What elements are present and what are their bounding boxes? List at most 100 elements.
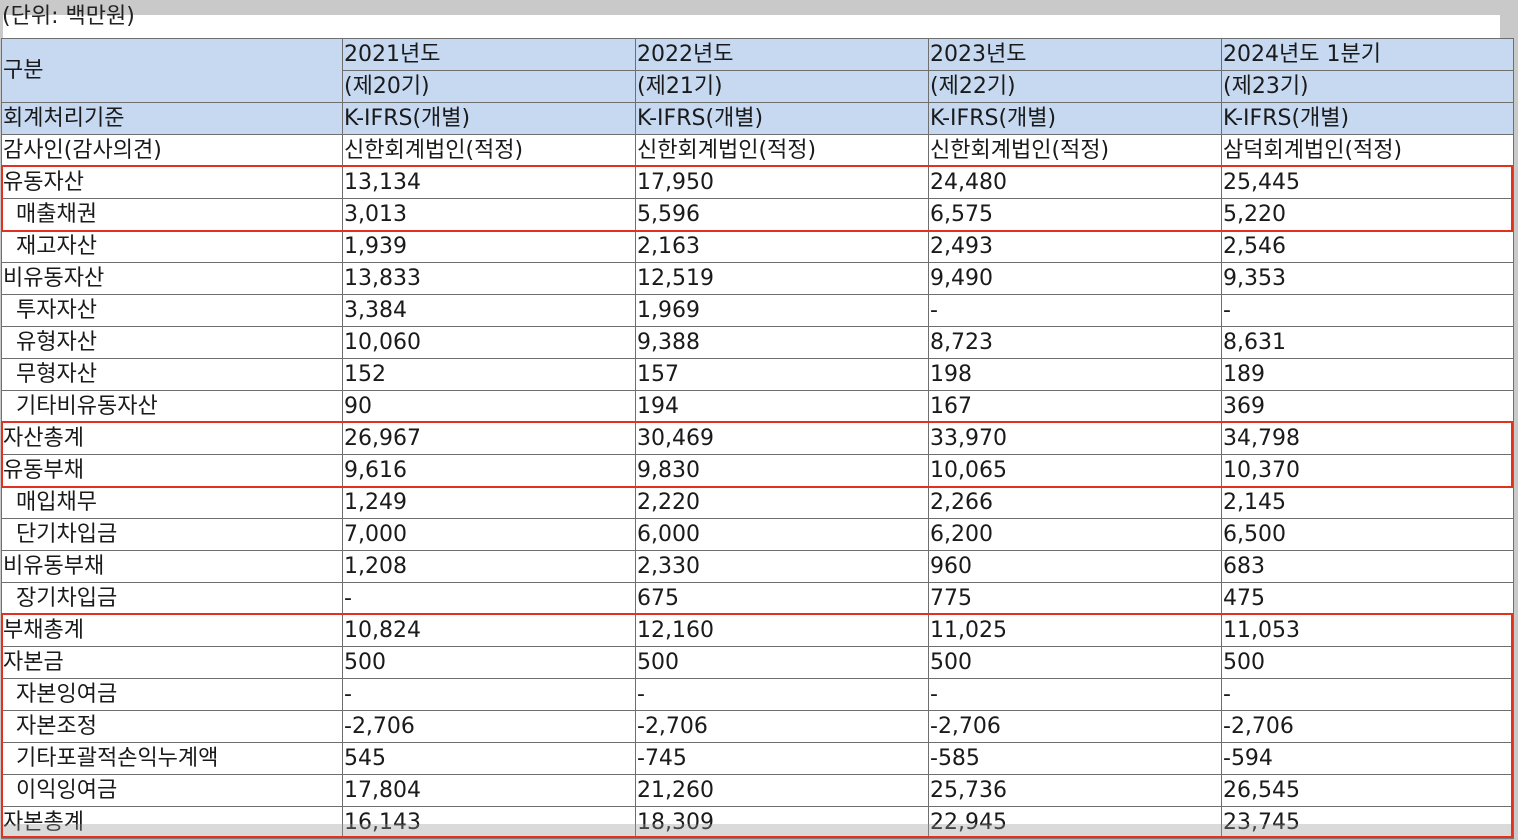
row-value: 2,330: [635, 550, 929, 583]
table-row: 재고자산 1,939 2,163 2,493 2,546: [1, 230, 1514, 263]
bottom-shade: [1, 824, 1513, 840]
row-label: 기타비유동자산: [1, 390, 343, 423]
row-value: -585: [928, 742, 1222, 775]
row-value: 10,824: [342, 614, 636, 647]
row-label: 부채총계: [1, 614, 343, 647]
row-value: -: [928, 678, 1222, 711]
row-value: 1,969: [635, 294, 929, 327]
row-value: 775: [928, 582, 1222, 615]
row-value: 2,546: [1221, 230, 1514, 263]
row-value: 369: [1221, 390, 1514, 423]
row-value: -2,706: [635, 710, 929, 743]
row-value: 25,445: [1221, 166, 1514, 199]
row-value: 21,260: [635, 774, 929, 807]
table-row: 자본잉여금 - - - -: [1, 678, 1514, 711]
row-value: -2,706: [928, 710, 1222, 743]
auditor-row: 감사인(감사의견) 신한회계법인(적정) 신한회계법인(적정) 신한회계법인(적…: [1, 134, 1514, 167]
row-value: 1,939: [342, 230, 636, 263]
row-value: 12,519: [635, 262, 929, 295]
table-row: 자본금 500 500 500 500: [1, 646, 1514, 679]
row-value: -745: [635, 742, 929, 775]
row-value: 5,596: [635, 198, 929, 231]
row-label: 기타포괄적손익누계액: [1, 742, 343, 775]
row-label: 무형자산: [1, 358, 343, 391]
row-value: 167: [928, 390, 1222, 423]
row-value: 33,970: [928, 422, 1222, 455]
table-row: 장기차입금 -675 775 475: [1, 582, 1514, 615]
table-row: 유형자산 10,060 9,388 8,723 8,631: [1, 326, 1514, 359]
row-value: 6,575: [928, 198, 1222, 231]
row-value: 194: [635, 390, 929, 423]
row-value: 17,804: [342, 774, 636, 807]
year-header-cell: 2024년도 1분기: [1221, 38, 1514, 71]
row-value: 2,145: [1221, 486, 1514, 519]
row-value: 9,830: [635, 454, 929, 487]
row-label: 이익잉여금: [1, 774, 343, 807]
row-label: 재고자산: [1, 230, 343, 263]
row-value: 500: [928, 646, 1222, 679]
row-value: 675: [635, 582, 929, 615]
row-value: 9,353: [1221, 262, 1514, 295]
row-value: 25,736: [928, 774, 1222, 807]
row-value: 30,469: [635, 422, 929, 455]
year-header-cell: 2023년도: [928, 38, 1222, 71]
row-label: 매출채권: [1, 198, 343, 231]
row-label: 유동부채: [1, 454, 343, 487]
row-value: 9,490: [928, 262, 1222, 295]
row-value: 신한회계법인(적정): [928, 134, 1222, 167]
row-value: 2,493: [928, 230, 1222, 263]
row-value: 11,053: [1221, 614, 1514, 647]
table-row: 매출채권 3,013 5,596 6,575 5,220: [1, 198, 1514, 231]
row-label: 투자자산: [1, 294, 343, 327]
row-value: 683: [1221, 550, 1514, 583]
term-header-cell: (제21기): [635, 70, 929, 103]
row-value: 1,208: [342, 550, 636, 583]
row-value: 7,000: [342, 518, 636, 551]
row-value: 2,220: [635, 486, 929, 519]
row-value: 12,160: [635, 614, 929, 647]
table-row: 투자자산 3,384 1,969- -: [1, 294, 1514, 327]
financial-statement-table: 구분 2021년도 2022년도 2023년도 2024년도 1분기 (제20기…: [1, 38, 1514, 839]
row-value: K-IFRS(개별): [1221, 102, 1514, 135]
row-value: 9,388: [635, 326, 929, 359]
row-value: -: [928, 294, 1222, 327]
row-value: 11,025: [928, 614, 1222, 647]
row-value: -: [342, 582, 636, 615]
row-value: 500: [342, 646, 636, 679]
year-header-cell: 2022년도: [635, 38, 929, 71]
table-row: 기타포괄적손익누계액 545 -745 -585 -594: [1, 742, 1514, 775]
table-row: 단기차입금 7,000 6,000 6,200 6,500: [1, 518, 1514, 551]
row-label: 자본잉여금: [1, 678, 343, 711]
table-row: 기타비유동자산 90 194 167 369: [1, 390, 1514, 423]
row-label: 감사인(감사의견): [1, 134, 343, 167]
row-value: -2,706: [342, 710, 636, 743]
row-value: 6,200: [928, 518, 1222, 551]
row-value: -: [1221, 294, 1514, 327]
row-label: 자산총계: [1, 422, 343, 455]
table-row: 비유동자산 13,833 12,519 9,490 9,353: [1, 262, 1514, 295]
header-row-years: 구분 2021년도 2022년도 2023년도 2024년도 1분기: [1, 38, 1514, 103]
row-value: 24,480: [928, 166, 1222, 199]
row-value: K-IFRS(개별): [928, 102, 1222, 135]
row-value: 2,163: [635, 230, 929, 263]
row-label: 비유동부채: [1, 550, 343, 583]
row-value: 198: [928, 358, 1222, 391]
row-label: 비유동자산: [1, 262, 343, 295]
row-value: -: [635, 678, 929, 711]
row-value: -2,706: [1221, 710, 1514, 743]
row-value: -: [1221, 678, 1514, 711]
row-value: 6,000: [635, 518, 929, 551]
row-value: 189: [1221, 358, 1514, 391]
table-row: 이익잉여금 17,804 21,260 25,736 26,545: [1, 774, 1514, 807]
row-value: 삼덕회계법인(적정): [1221, 134, 1514, 167]
row-value: 26,545: [1221, 774, 1514, 807]
term-header-cell: (제23기): [1221, 70, 1514, 103]
row-label: 자본조정: [1, 710, 343, 743]
row-value: 10,065: [928, 454, 1222, 487]
row-value: 152: [342, 358, 636, 391]
table-row: 자본조정 -2,706 -2,706 -2,706 -2,706: [1, 710, 1514, 743]
row-label: 장기차입금: [1, 582, 343, 615]
row-value: 10,060: [342, 326, 636, 359]
accounting-standard-row: 회계처리기준 K-IFRS(개별) K-IFRS(개별) K-IFRS(개별) …: [1, 102, 1514, 135]
table-row: 자산총계 26,967 30,469 33,970 34,798: [1, 422, 1514, 455]
